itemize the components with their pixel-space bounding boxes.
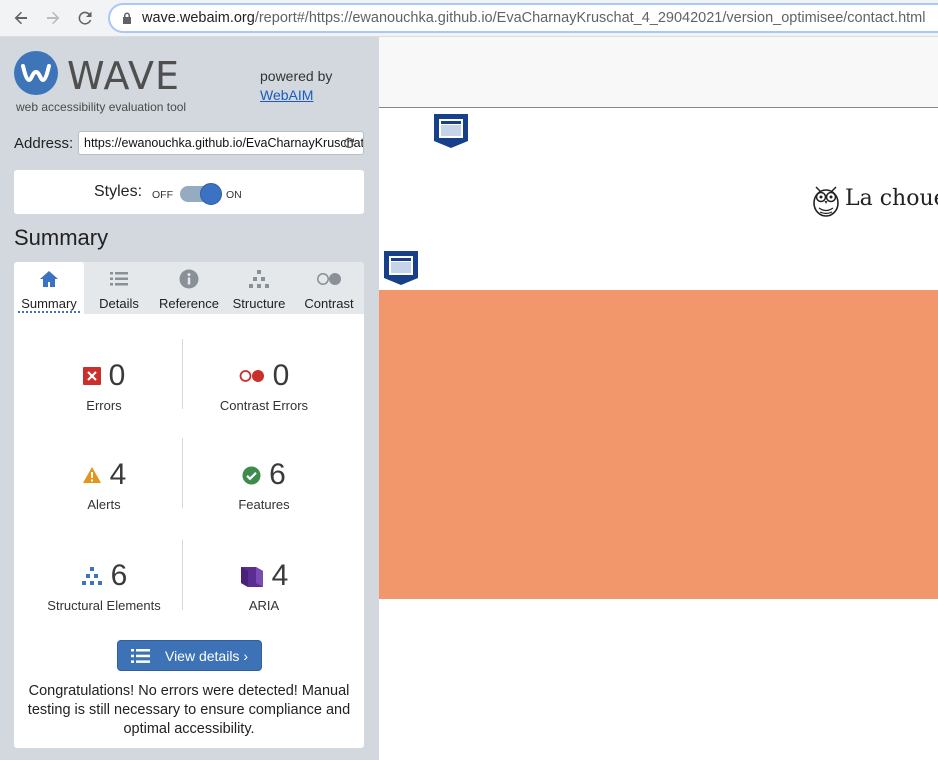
styles-off-label: OFF [152, 189, 173, 201]
info-icon [179, 269, 199, 289]
tab-contrast[interactable]: Contrast [294, 262, 364, 314]
aria-icon [240, 567, 263, 587]
tab-structure-label: Structure [232, 296, 286, 311]
stat-errors[interactable]: 0 Errors [24, 357, 184, 413]
summary-heading: Summary [14, 225, 109, 250]
wave-logo-icon [21, 64, 51, 82]
back-button[interactable] [6, 3, 36, 33]
url-text: wave.webaim.org/report#/https://ewanouch… [142, 10, 925, 26]
structure-icon [249, 270, 269, 288]
url-path: /report#/https://ewanouchka.github.io/Ev… [254, 10, 926, 26]
tab-contrast-label: Contrast [304, 296, 354, 311]
tab-summary[interactable]: Summary [14, 262, 84, 314]
error-icon [82, 367, 101, 385]
stat-contrast-errors[interactable]: 0 Contrast Errors [184, 357, 344, 413]
view-details-label: View details › [164, 647, 248, 664]
contrast-errors-label: Contrast Errors [219, 398, 309, 413]
reload-button[interactable] [70, 3, 100, 33]
url-host: wave.webaim.org [142, 10, 255, 26]
errors-label: Errors [86, 398, 122, 413]
stat-aria[interactable]: 4 ARIA [184, 557, 344, 613]
owl-logo-icon [813, 186, 839, 217]
alert-icon [82, 467, 101, 483]
browser-toolbar: wave.webaim.org/report#/https://ewanouch… [0, 0, 938, 37]
toggle-knob[interactable] [200, 183, 222, 205]
stat-structural-elements[interactable]: 6 Structural Elements [24, 557, 184, 613]
stat-features[interactable]: 6 Features [184, 456, 344, 512]
styles-toggle[interactable] [180, 183, 222, 205]
panel-tabs: Summary Details Reference Structure Cont… [14, 262, 364, 314]
wave-tagline: web accessibility evaluation tool [16, 100, 187, 114]
features-label: Features [238, 497, 290, 512]
address-input[interactable]: https://ewanouchka.github.io/EvaCharnayK… [78, 131, 364, 155]
wave-wordmark: WAVE [67, 54, 181, 98]
site-brand[interactable]: La chouette [845, 186, 938, 211]
tab-reference[interactable]: Reference [154, 262, 224, 314]
tab-summary-label: Summary [18, 296, 80, 313]
check-circle-icon [242, 466, 261, 484]
powered-by-text: powered by [260, 68, 333, 84]
refresh-icon[interactable] [342, 136, 356, 150]
tab-details-label: Details [99, 296, 139, 311]
hero-section [379, 290, 938, 599]
stat-alerts[interactable]: 4 Alerts [24, 456, 184, 512]
contrast-icon [317, 273, 341, 285]
aria-marker-icon[interactable] [383, 250, 419, 286]
alerts-label: Alerts [87, 497, 121, 512]
structure-element-icon [81, 567, 102, 585]
webaim-link[interactable]: WebAIM [260, 87, 313, 103]
aria-marker-icon[interactable] [433, 113, 469, 149]
contrast-error-icon [239, 370, 264, 382]
address-bar[interactable]: wave.webaim.org/report#/https://ewanouch… [108, 3, 938, 33]
summary-panel: 0 Errors 0 Contrast Errors 4 Alerts 6 Fe… [14, 314, 364, 748]
wave-sidebar: WAVE web accessibility evaluation tool p… [0, 37, 379, 760]
tab-details[interactable]: Details [84, 262, 154, 314]
reload-icon [78, 11, 92, 25]
list-icon [110, 272, 128, 286]
page-preview: La chouette [379, 37, 938, 760]
preview-header [379, 37, 938, 108]
lock-icon [123, 12, 131, 24]
features-count: 6 [269, 458, 286, 491]
view-details-button[interactable]: View details › [117, 640, 262, 671]
structural-label: Structural Elements [47, 598, 161, 613]
structural-count: 6 [110, 559, 128, 592]
errors-count: 0 [108, 359, 126, 392]
styles-label: Styles: [94, 183, 143, 200]
aria-label: ARIA [248, 598, 280, 613]
styles-on-label: ON [226, 189, 242, 201]
arrow-left-icon [14, 11, 27, 25]
wave-logo [14, 51, 58, 95]
list-icon [130, 648, 150, 663]
forward-button[interactable] [38, 3, 68, 33]
home-icon [40, 271, 58, 287]
congratulations-message: Congratulations! No errors were detected… [27, 683, 351, 737]
tab-structure[interactable]: Structure [224, 262, 294, 314]
alerts-count: 4 [109, 458, 127, 491]
tab-reference-label: Reference [159, 296, 219, 311]
styles-toggle-box: Styles: OFF ON [14, 170, 364, 214]
arrow-right-icon [47, 11, 60, 25]
aria-count: 4 [271, 559, 289, 592]
powered-by: powered by WebAIM [260, 67, 332, 105]
contrast-errors-count: 0 [272, 359, 290, 392]
address-label: Address: [14, 135, 74, 152]
